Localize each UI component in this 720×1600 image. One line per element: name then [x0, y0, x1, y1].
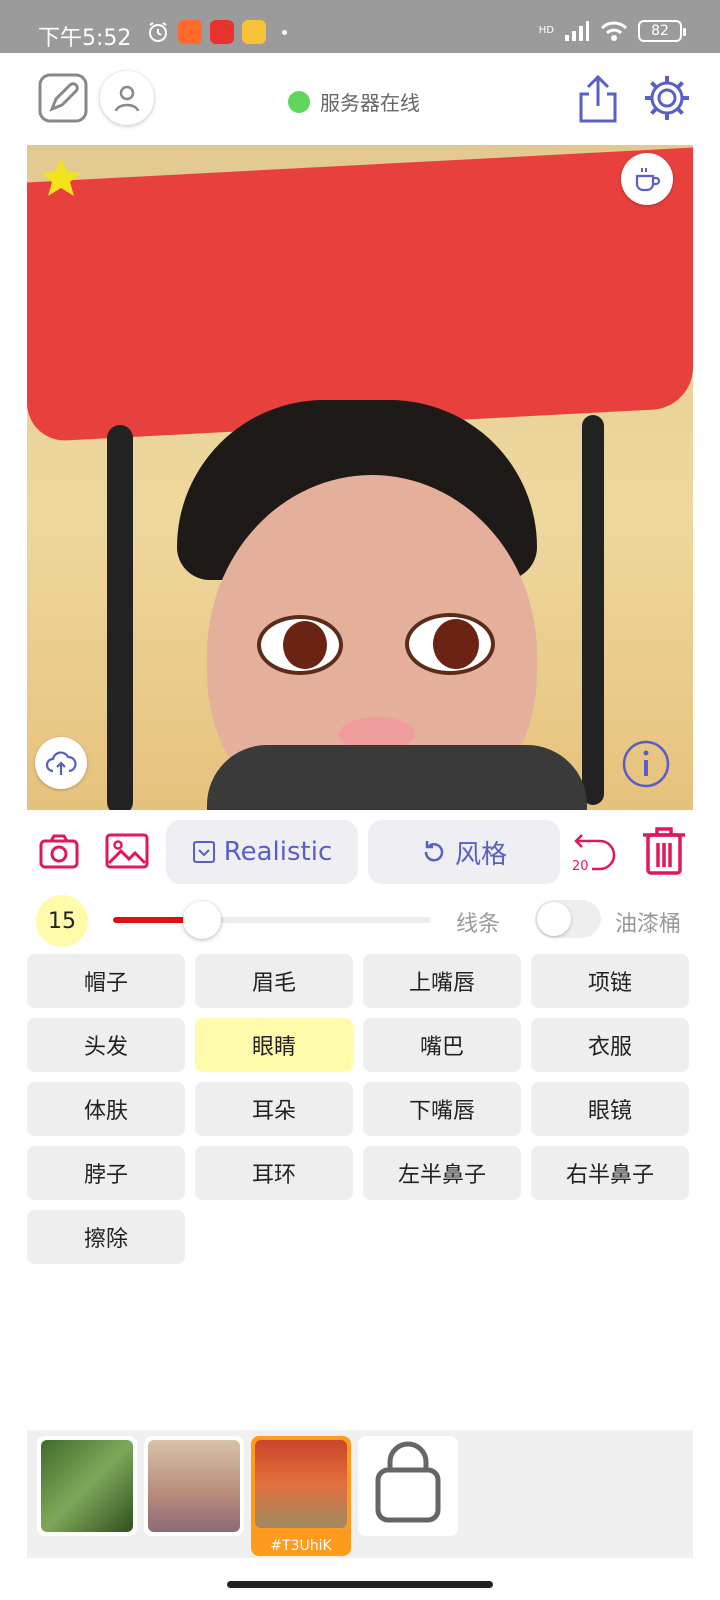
settings-button[interactable] — [642, 73, 692, 123]
image-right-iris — [433, 619, 479, 669]
paint-bucket-toggle[interactable] — [535, 900, 601, 938]
brush-size-indicator: 15 — [36, 895, 88, 947]
server-online-indicator — [288, 90, 310, 113]
server-status: 服务器在线 — [288, 87, 420, 116]
paint-bucket-label: 油漆桶 — [615, 912, 682, 937]
image-icon — [105, 833, 149, 869]
image-left-iris — [283, 621, 327, 669]
share-icon — [579, 74, 617, 123]
part-button[interactable]: 脖子 — [27, 1146, 185, 1200]
part-button[interactable]: 帽子 — [27, 954, 185, 1008]
thumbnail-image — [148, 1440, 240, 1532]
part-button[interactable]: 头发 — [27, 1018, 185, 1072]
signal-icon — [565, 21, 589, 41]
image-clothes — [207, 745, 587, 810]
part-button[interactable]: 擦除 — [27, 1210, 185, 1264]
info-icon[interactable] — [621, 739, 671, 789]
home-indicator[interactable] — [227, 1581, 493, 1588]
status-system-icons: HD 82 — [538, 20, 686, 42]
favorite-star-icon[interactable] — [39, 157, 83, 201]
cup-icon — [635, 168, 661, 192]
wallet-app-icon — [242, 20, 266, 44]
more-notifications-icon — [282, 29, 287, 35]
gallery-button[interactable] — [105, 832, 149, 870]
part-button[interactable]: 衣服 — [531, 1018, 689, 1072]
tools-row: Realistic 风格 20 — [0, 818, 720, 888]
image-red-hat — [27, 147, 693, 443]
status-notification-icons — [146, 20, 287, 44]
image-hair-strand-right — [582, 415, 604, 805]
line-mode-label: 线条 — [456, 912, 501, 937]
history-thumbnail[interactable] — [144, 1436, 244, 1536]
camera-button[interactable] — [38, 832, 80, 870]
part-button[interactable]: 耳朵 — [195, 1082, 353, 1136]
style-mode-dropdown[interactable]: Realistic — [166, 820, 358, 884]
toggle-knob — [537, 902, 571, 936]
style-button[interactable]: 风格 — [368, 820, 560, 884]
undo-button[interactable]: 20 — [570, 826, 622, 876]
camera-icon — [39, 834, 79, 869]
chevron-down-icon — [192, 841, 215, 863]
image-hair-strand-left — [107, 425, 133, 810]
store-button[interactable] — [358, 1436, 458, 1536]
part-button[interactable]: 嘴巴 — [363, 1018, 521, 1072]
user-icon — [114, 85, 140, 112]
alarm-icon — [149, 22, 167, 42]
part-button[interactable]: 耳环 — [195, 1146, 353, 1200]
battery-indicator: 82 — [638, 20, 686, 42]
top-toolbar: 服务器在线 — [0, 53, 720, 143]
share-button[interactable] — [574, 73, 622, 125]
tea-cup-button[interactable] — [621, 153, 673, 205]
history-gallery: #T3UhiK — [27, 1430, 693, 1558]
hd-label: HD — [538, 25, 554, 36]
part-button[interactable]: 右半鼻子 — [531, 1146, 689, 1200]
part-button[interactable]: 眼镜 — [531, 1082, 689, 1136]
server-status-label: 服务器在线 — [320, 91, 420, 115]
undo-count: 20 — [572, 859, 589, 874]
shopping-bag-icon — [375, 1441, 441, 1523]
refresh-icon — [424, 841, 444, 862]
shopping-app-icon — [210, 20, 234, 44]
part-button[interactable]: 下嘴唇 — [363, 1082, 521, 1136]
thumbnail-image — [255, 1440, 347, 1528]
style-button-label: 风格 — [454, 839, 507, 870]
video-app-icon — [178, 20, 202, 44]
history-thumbnail-selected[interactable]: #T3UhiK — [251, 1436, 351, 1556]
generated-image-canvas[interactable] — [27, 145, 693, 810]
thumbnail-caption: #T3UhiK — [270, 1538, 332, 1554]
upload-button[interactable] — [35, 737, 87, 789]
slider-thumb[interactable] — [183, 901, 222, 939]
account-button[interactable] — [100, 71, 154, 125]
status-bar: 下午5:52 HD 82 — [0, 0, 720, 53]
style-mode-label: Realistic — [223, 837, 333, 867]
brush-size-slider[interactable] — [113, 901, 431, 939]
part-button[interactable]: 上嘴唇 — [363, 954, 521, 1008]
delete-button[interactable] — [640, 824, 688, 876]
thumbnail-image — [41, 1440, 133, 1532]
part-button[interactable]: 眼睛 — [195, 1018, 353, 1072]
trash-icon — [643, 827, 685, 875]
part-button[interactable]: 项链 — [531, 954, 689, 1008]
wifi-icon — [600, 21, 628, 41]
part-button[interactable]: 眉毛 — [195, 954, 353, 1008]
edit-sketch-button[interactable] — [38, 73, 88, 123]
part-button[interactable]: 体肤 — [27, 1082, 185, 1136]
part-button[interactable]: 左半鼻子 — [363, 1146, 521, 1200]
history-thumbnail[interactable] — [37, 1436, 137, 1536]
part-selection-grid: 帽子 眉毛 上嘴唇 项链头发 眼睛 嘴巴 衣服体肤 耳朵 下嘴唇 眼镜脖子 耳环 左半鼻子 右半鼻子擦除 — [27, 954, 693, 1264]
cloud-upload-icon — [45, 751, 77, 775]
gear-icon — [645, 76, 689, 120]
sketch-edit-icon — [38, 73, 88, 123]
status-time: 下午5:52 — [38, 26, 132, 51]
